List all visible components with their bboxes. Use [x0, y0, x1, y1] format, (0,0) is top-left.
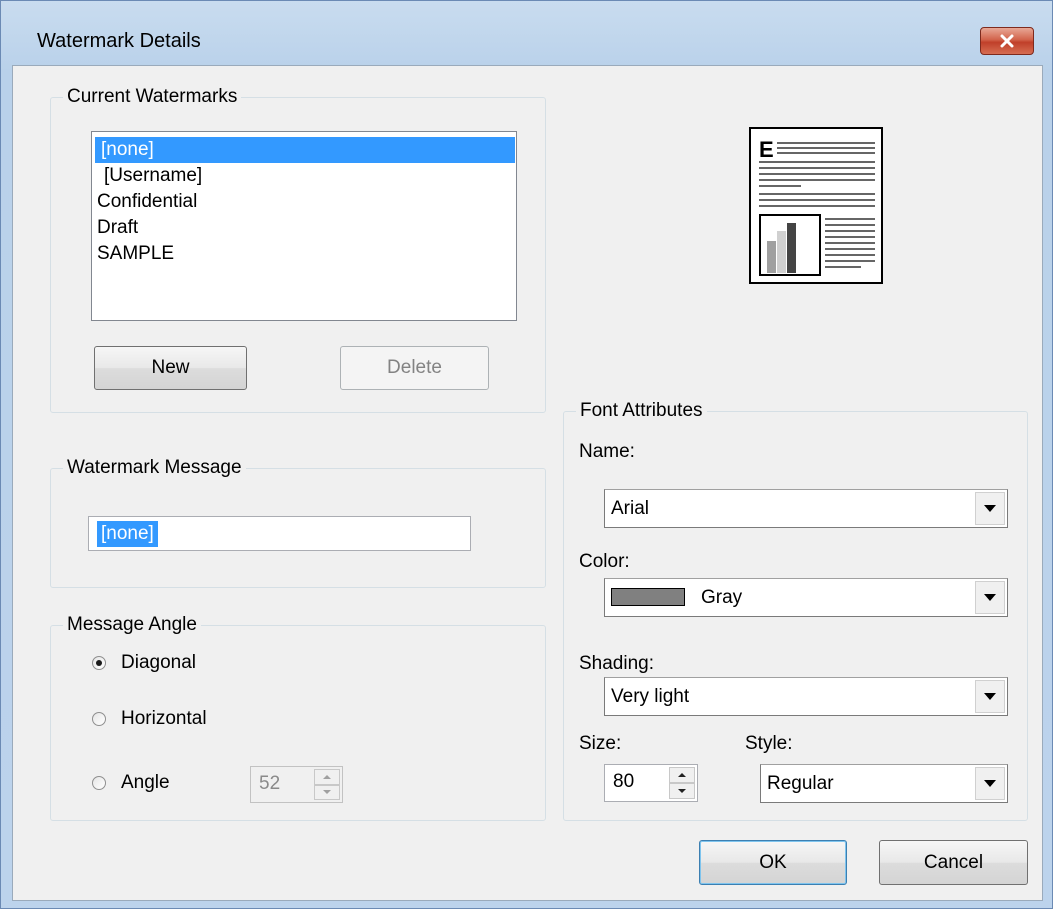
close-icon — [1000, 34, 1014, 48]
window-title: Watermark Details — [37, 30, 201, 52]
delete-button[interactable]: Delete — [340, 346, 489, 390]
list-item[interactable]: Confidential — [95, 189, 197, 215]
chevron-down-icon — [984, 505, 996, 512]
angle-label[interactable]: Angle — [121, 771, 170, 795]
font-shading-dropdown-button[interactable] — [975, 680, 1005, 713]
message-angle-title: Message Angle — [63, 613, 201, 637]
font-shading-select[interactable]: Very light — [604, 677, 1008, 716]
horizontal-radio[interactable] — [92, 712, 106, 726]
preview-letter: E — [759, 137, 774, 162]
list-item[interactable]: [Username] — [95, 163, 202, 189]
font-attributes-title: Font Attributes — [576, 399, 707, 423]
angle-value: 52 — [259, 773, 281, 794]
font-style-select[interactable]: Regular — [760, 764, 1008, 803]
angle-radio[interactable] — [92, 776, 106, 790]
size-up-button[interactable] — [669, 767, 695, 783]
color-swatch — [611, 588, 685, 606]
cancel-button[interactable]: Cancel — [879, 840, 1028, 885]
diagonal-radio[interactable] — [92, 656, 106, 670]
font-attributes-group: Font Attributes Name: Arial Color: Gray … — [563, 399, 1028, 821]
arrow-up-icon — [323, 774, 331, 779]
watermark-preview: E — [749, 127, 883, 284]
font-color-dropdown-button[interactable] — [975, 581, 1005, 614]
list-item[interactable]: Draft — [95, 215, 138, 241]
diagonal-label[interactable]: Diagonal — [121, 651, 196, 675]
watermark-message-value: [none] — [97, 521, 158, 547]
document-preview-icon: E — [759, 137, 875, 276]
font-color-select[interactable]: Gray — [604, 578, 1008, 617]
font-style-dropdown-button[interactable] — [975, 767, 1005, 800]
chevron-down-icon — [984, 594, 996, 601]
size-label: Size: — [579, 733, 622, 754]
close-button[interactable] — [980, 27, 1034, 55]
list-item[interactable]: [none] — [95, 137, 515, 163]
arrow-down-icon — [678, 789, 686, 793]
angle-stepper[interactable]: 52 — [250, 766, 343, 803]
name-label: Name: — [579, 441, 635, 462]
watermark-message-title: Watermark Message — [63, 456, 246, 480]
watermarks-listbox[interactable]: [none] [Username] Confidential Draft SAM… — [91, 131, 517, 321]
font-name-value: Arial — [611, 498, 650, 519]
list-item-label: SAMPLE — [97, 243, 175, 264]
chevron-down-icon — [984, 693, 996, 700]
font-name-select[interactable]: Arial — [604, 489, 1008, 528]
shading-label: Shading: — [579, 653, 655, 674]
ok-button[interactable]: OK — [699, 840, 847, 885]
title-bar[interactable]: Watermark Details — [1, 1, 1052, 65]
size-down-button[interactable] — [669, 783, 695, 799]
font-size-stepper[interactable]: 80 — [604, 764, 698, 802]
angle-up-button[interactable] — [314, 769, 340, 785]
dialog-body: Current Watermarks [none] [Username] Con… — [12, 65, 1043, 901]
arrow-down-icon — [323, 790, 331, 795]
angle-down-button[interactable] — [314, 784, 340, 800]
list-item-label: [none] — [101, 139, 154, 160]
font-style-value: Regular — [767, 773, 834, 794]
list-item-label: Confidential — [97, 191, 198, 212]
new-button[interactable]: New — [94, 346, 247, 390]
chevron-down-icon — [984, 780, 996, 787]
font-shading-value: Very light — [611, 686, 690, 707]
current-watermarks-group: Current Watermarks [none] [Username] Con… — [50, 85, 546, 413]
font-color-value: Gray — [701, 587, 743, 608]
watermark-details-dialog: Watermark Details Current Watermarks [no… — [0, 0, 1053, 909]
current-watermarks-title: Current Watermarks — [63, 85, 242, 109]
style-label: Style: — [745, 733, 793, 754]
font-name-dropdown-button[interactable] — [975, 492, 1005, 525]
list-item-label: Draft — [97, 217, 139, 238]
watermark-message-group: Watermark Message [none] — [50, 456, 546, 588]
list-item[interactable]: SAMPLE — [95, 241, 174, 267]
watermark-message-input[interactable]: [none] — [88, 516, 471, 551]
arrow-up-icon — [678, 773, 686, 777]
horizontal-label[interactable]: Horizontal — [121, 707, 207, 731]
font-size-value: 80 — [613, 771, 635, 792]
list-item-label: [Username] — [104, 165, 203, 186]
message-angle-group: Message Angle Diagonal Horizontal Angle … — [50, 613, 546, 821]
color-label: Color: — [579, 551, 630, 572]
